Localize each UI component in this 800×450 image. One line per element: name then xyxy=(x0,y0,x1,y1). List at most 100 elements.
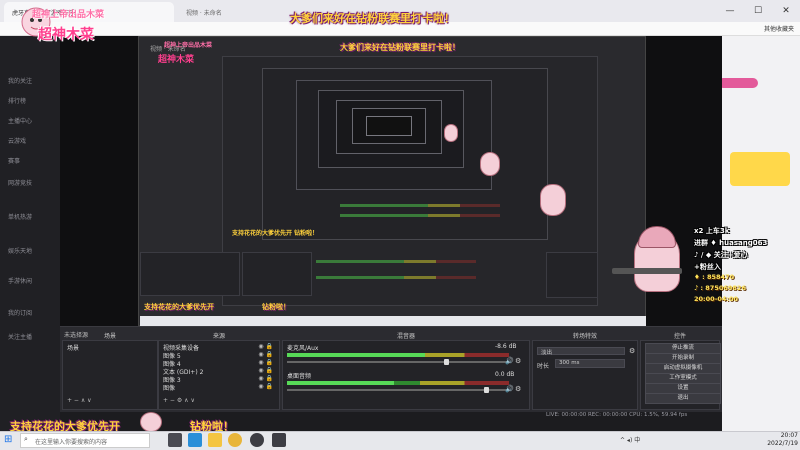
source-item[interactable]: 图像 xyxy=(163,383,175,392)
scene-toolbar[interactable]: + − ∧ ∨ xyxy=(67,397,92,404)
mascot-character-nested xyxy=(540,184,566,216)
minimize-button[interactable]: — xyxy=(716,0,744,22)
sidebar-item-rank[interactable]: 排行榜 xyxy=(8,96,26,105)
sidebar-item-following[interactable]: 我的关注 xyxy=(8,76,32,85)
volume-slider-knob[interactable] xyxy=(443,359,449,365)
mixer-track-db: -8.6 dB xyxy=(495,343,517,350)
scenes-panel-title: 场景 xyxy=(103,333,116,340)
visibility-icon[interactable]: ◉ 🔒 xyxy=(258,383,273,390)
edge-browser-icon[interactable] xyxy=(188,433,202,447)
stat-line: x2 上车3k xyxy=(694,227,730,235)
sidebar-item-anchor-center[interactable]: 主播中心 xyxy=(8,116,32,125)
sidebar-item-subscriptions[interactable]: 我的订阅 xyxy=(8,308,32,317)
visibility-icon[interactable]: ◉ 🔒 xyxy=(258,367,273,374)
logo-line1-nested: 超神上帝出品木菜 xyxy=(164,42,213,49)
logo-line2-nested: 超神木菜 xyxy=(158,55,195,65)
sidebar-item-entertainment[interactable]: 娱乐天地 xyxy=(8,246,32,255)
system-tray[interactable]: ^ ◂) 中 xyxy=(620,435,640,444)
audio-mixer-panel: 混音器 麦克风/Aux -8.6 dB 🔊 ⚙ 桌面音频 0.0 dB 🔊 ⚙ xyxy=(282,333,530,410)
sidebar-item-mobile[interactable]: 手游休闲 xyxy=(8,276,32,285)
controls-title: 控件 xyxy=(673,333,686,340)
app-icon[interactable] xyxy=(228,433,242,447)
mixer-track-name: 麦克风/Aux xyxy=(287,345,319,352)
nested-meter xyxy=(340,214,500,217)
transitions-panel: 转场特效 淡出 时长 300 ms ⚙ xyxy=(532,333,638,410)
sources-panel: 来源 视频采集设备 图像 5 图像 4 文本 (GDI+) 2 图像 3 图像 … xyxy=(158,333,280,410)
nested-capture-8 xyxy=(366,116,412,136)
stat-line: ♪ : 875069826 xyxy=(694,284,746,292)
mixer-track-name: 桌面音频 xyxy=(287,373,312,380)
audio-meter-level xyxy=(287,353,425,357)
maximize-button[interactable]: ☐ xyxy=(744,0,772,22)
mascot-character-nested xyxy=(480,152,500,176)
audio-mixer-title: 混音器 xyxy=(396,333,415,340)
favorites-label[interactable]: 其他收藏夹 xyxy=(764,24,794,33)
visibility-icon[interactable]: ◉ 🔒 xyxy=(258,351,273,358)
promo-tag xyxy=(718,78,758,88)
gear-icon[interactable]: ⚙ xyxy=(629,347,635,355)
close-button[interactable]: ✕ xyxy=(772,0,800,22)
gear-icon[interactable]: ⚙ xyxy=(515,357,521,365)
task-view-icon[interactable] xyxy=(168,433,182,447)
speaker-icon[interactable]: 🔊 xyxy=(505,385,514,393)
mascot-character-nested xyxy=(444,124,458,142)
audio-meter xyxy=(287,353,509,357)
gear-icon[interactable]: ⚙ xyxy=(515,385,521,393)
exit-button[interactable]: 退出 xyxy=(645,393,721,404)
taskbar-clock[interactable]: 20:07 2022/7/19 xyxy=(744,432,798,448)
banner-top: 大爹们来好在钻粉联赛里打卡啦！ xyxy=(290,12,455,25)
clock-date: 2022/7/19 xyxy=(767,440,798,447)
volume-slider-knob[interactable] xyxy=(483,387,489,393)
window-controls: — ☐ ✕ xyxy=(716,0,800,22)
visibility-icon[interactable]: ◉ 🔒 xyxy=(258,359,273,366)
stat-line: 20:00-04:00 xyxy=(694,295,739,303)
nested-taskbar xyxy=(140,316,646,326)
taskbar-search-input[interactable]: 在这里输入你要搜索的内容 xyxy=(20,433,150,448)
logo-line2: 超神木菜 xyxy=(38,27,94,43)
duration-label: 时长 xyxy=(537,363,550,370)
nested-controls-panel xyxy=(546,252,598,298)
visibility-icon[interactable]: ◉ 🔒 xyxy=(258,343,273,350)
sidebar-item-cloud-game[interactable]: 云游戏 xyxy=(8,136,26,145)
mascot-icon xyxy=(140,412,162,432)
browser-tab-secondary[interactable]: 视频 · 未命名 xyxy=(180,4,280,20)
stat-line: +粉丝入 xyxy=(694,263,721,271)
nested-meter xyxy=(340,204,500,207)
mixer-track-db: 0.0 dB xyxy=(495,371,515,378)
transition-select[interactable]: 淡出 xyxy=(537,347,625,356)
duration-input[interactable]: 300 ms xyxy=(555,359,625,368)
nested-meter xyxy=(316,260,476,263)
search-icon: ⌕ xyxy=(24,435,28,443)
scene-item[interactable]: 场景 xyxy=(67,343,79,352)
sidebar-item-single-player[interactable]: 单机热游 xyxy=(8,212,32,221)
file-explorer-icon[interactable] xyxy=(208,433,222,447)
stat-line: 进群 ♦ huasang063 xyxy=(694,239,768,247)
sidebar-item-events[interactable]: 赛事 xyxy=(8,156,20,165)
sidebar-item-online-games[interactable]: 网游竞技 xyxy=(8,178,32,187)
speaker-icon[interactable]: 🔊 xyxy=(505,357,514,365)
volume-slider[interactable] xyxy=(287,359,509,365)
windows-start-icon[interactable]: ⊞ xyxy=(4,434,12,445)
stat-line: ♪ / ◆ 关注+爱心 xyxy=(694,251,748,259)
nested-source-panel xyxy=(242,252,312,296)
banner-top-nested: 大爹们来好在钻粉联赛里打卡啦！ xyxy=(340,43,460,52)
mascot-gun xyxy=(612,268,682,274)
sidebar-item-followed-anchors[interactable]: 关注主播 xyxy=(8,332,32,341)
sources-panel-title: 来源 xyxy=(212,333,225,340)
source-toolbar[interactable]: + − ⚙ ∧ ∨ xyxy=(163,397,195,404)
app-icon[interactable] xyxy=(272,433,286,447)
visibility-icon[interactable]: ◉ 🔒 xyxy=(258,375,273,382)
obs-icon[interactable] xyxy=(250,433,264,447)
audio-meter xyxy=(287,381,509,385)
audio-meter-level xyxy=(287,381,394,385)
banner-mid-left: 支持花花的大爹优先开 xyxy=(144,303,214,311)
controls-panel: 控件 停止推流 开始录制 启动虚拟摄像机 工作室模式 设置 退出 xyxy=(640,333,721,410)
stat-line: ♦ : 858470 xyxy=(694,273,735,281)
clock-time: 20:07 xyxy=(780,432,798,439)
nested-meter xyxy=(316,276,476,279)
banner-mid-small: 支持花花的大爹优先开 钻粉啦！ xyxy=(232,230,319,237)
banner-mid-right: 钻粉啦！ xyxy=(262,303,290,311)
volume-slider[interactable] xyxy=(287,387,509,393)
promo-card[interactable] xyxy=(730,152,790,186)
logo-line1: 超神上帝出品木菜 xyxy=(32,10,105,20)
